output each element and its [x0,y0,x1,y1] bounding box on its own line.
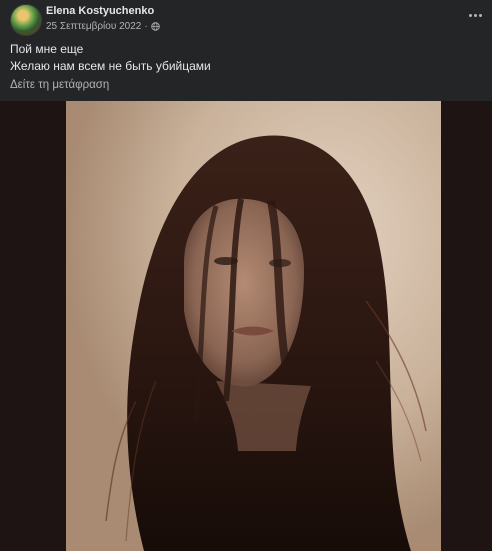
photo-container[interactable] [0,101,492,551]
post-meta: 25 Σεπτεμβρίου 2022 · [46,21,160,32]
post-text-line: Желаю нам всем не быть убийцами [10,59,211,73]
portrait-image [66,101,441,551]
post-date[interactable]: 25 Σεπτεμβρίου 2022 [46,21,141,32]
author-avatar[interactable] [10,4,42,36]
meta-separator: · [144,21,148,32]
globe-icon[interactable] [150,22,160,31]
see-translation-link[interactable]: Δείτε τη μετάφραση [10,79,109,91]
author-name[interactable]: Elena Kostyuchenko [46,5,154,17]
post-text-line: Пой мне еще [10,42,84,56]
more-horizontal-icon[interactable] [466,8,484,22]
post-photo[interactable] [66,101,441,551]
post-text: Пой мне еще Желаю нам всем не быть убийц… [10,41,211,75]
post-header: Elena Kostyuchenko 25 Σεπτεμβρίου 2022 · [0,0,492,44]
